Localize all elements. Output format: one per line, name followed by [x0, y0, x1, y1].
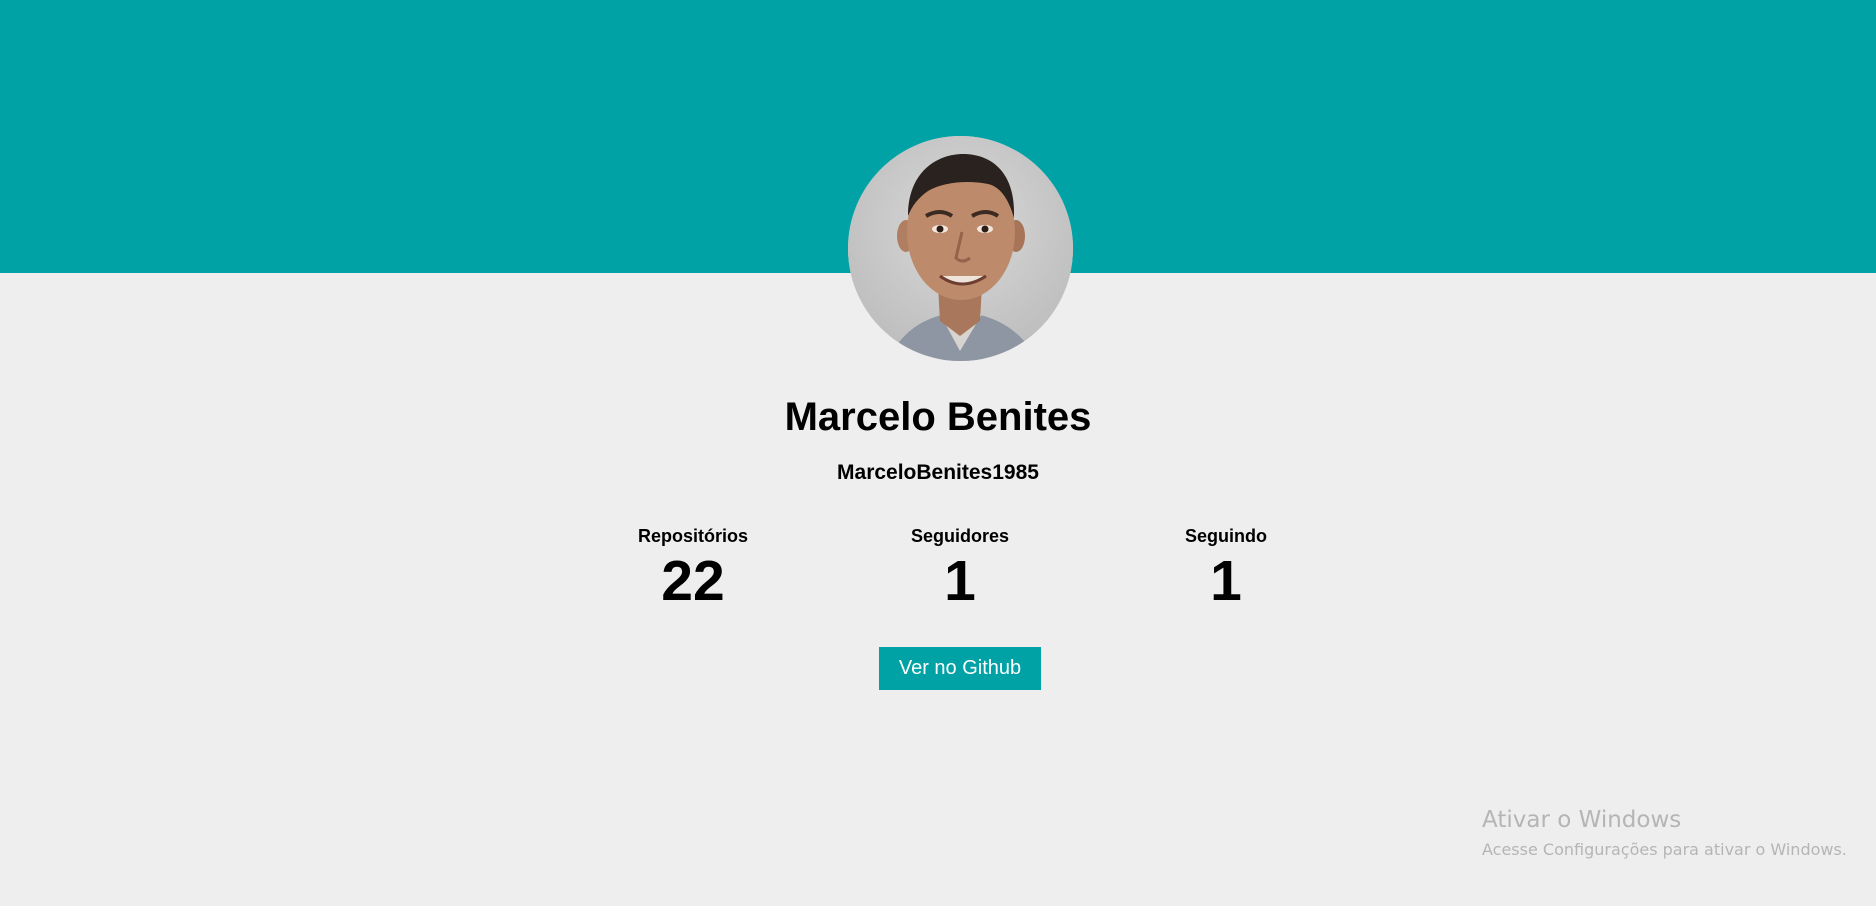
stat-value: 1	[944, 549, 976, 613]
stat-value: 1	[1210, 549, 1242, 613]
stat-following: Seguindo 1	[1106, 525, 1346, 613]
stat-followers: Seguidores 1	[840, 525, 1080, 613]
profile-page: Marcelo Benites MarceloBenites1985 Repos…	[0, 0, 1876, 906]
avatar	[848, 136, 1073, 361]
stat-value: 22	[661, 549, 725, 613]
view-on-github-button[interactable]: Ver no Github	[879, 647, 1041, 690]
stat-label: Seguindo	[1185, 526, 1267, 546]
windows-activation-subtitle: Acesse Configurações para ativar o Windo…	[1482, 840, 1847, 859]
stat-label: Repositórios	[637, 526, 748, 546]
windows-activation-title: Ativar o Windows	[1482, 807, 1682, 833]
avatar-photo	[848, 136, 1073, 361]
profile-username: MarceloBenites1985	[837, 461, 1039, 484]
stat-label: Seguidores	[910, 526, 1010, 546]
stat-repositories: Repositórios 22	[573, 525, 813, 613]
profile-name: Marcelo Benites	[784, 395, 1092, 439]
